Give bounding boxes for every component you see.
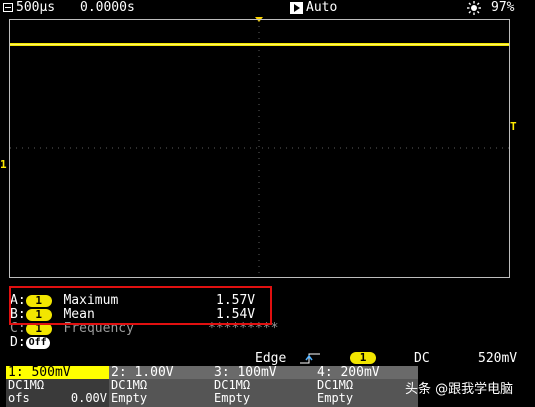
trigger-level-marker[interactable]: T	[510, 120, 517, 133]
measurement-row-d[interactable]: D: Off	[10, 336, 50, 350]
trigger-coupling: DC	[414, 351, 430, 366]
channel-offset-value: 0.00V	[70, 391, 107, 405]
trigger-source-badge: 1	[350, 352, 376, 364]
waveform-display[interactable]	[9, 19, 510, 278]
brightness-icon	[467, 1, 481, 15]
channel-3-tab[interactable]: 3: 100mV DC1MΩ Empty	[212, 366, 315, 407]
channel-settings: DC1MΩ Empty	[212, 379, 315, 407]
trigger-info[interactable]: Edge 1 DC 520mV	[0, 350, 535, 366]
delay-value[interactable]: 0.0000s	[80, 0, 135, 16]
channel-settings: DC1MΩ Empty	[109, 379, 212, 407]
trigger-type: Edge	[255, 351, 287, 366]
channel-1-tab[interactable]: 1: 500mV DC1MΩ ofs 0.00V	[6, 366, 109, 407]
rising-edge-icon	[300, 353, 320, 364]
run-mode-label[interactable]: Auto	[306, 0, 337, 16]
measurement-slot: D:	[10, 335, 26, 350]
timebase-icon	[3, 3, 13, 12]
run-mode-icon[interactable]	[290, 2, 303, 14]
channel-status: Empty	[111, 391, 148, 405]
channel-offset-label: ofs	[8, 391, 30, 405]
channel-settings: DC1MΩ Empty	[315, 379, 418, 407]
channel-status: Empty	[317, 391, 354, 405]
off-badge: Off	[25, 336, 50, 349]
timebase-value[interactable]: 500µs	[16, 0, 55, 16]
channel-status: Empty	[214, 391, 251, 405]
watermark-text: 头条 @跟我学电脑	[405, 382, 514, 397]
channel-2-tab[interactable]: 2: 1.00V DC1MΩ Empty	[109, 366, 212, 407]
trigger-level: 520mV	[478, 351, 518, 366]
channel-4-tab[interactable]: 4: 200mV DC1MΩ Empty	[315, 366, 418, 407]
channel-settings: DC1MΩ ofs 0.00V	[6, 379, 109, 407]
highlight-box	[9, 286, 272, 325]
ch1-offset-marker[interactable]: 1	[0, 158, 7, 171]
graticule-grid	[10, 20, 509, 277]
ch1-waveform-trace	[10, 43, 509, 46]
battery-level: 97%	[491, 0, 515, 15]
status-bar: 500µs 0.0000s Auto 97%	[0, 0, 535, 16]
